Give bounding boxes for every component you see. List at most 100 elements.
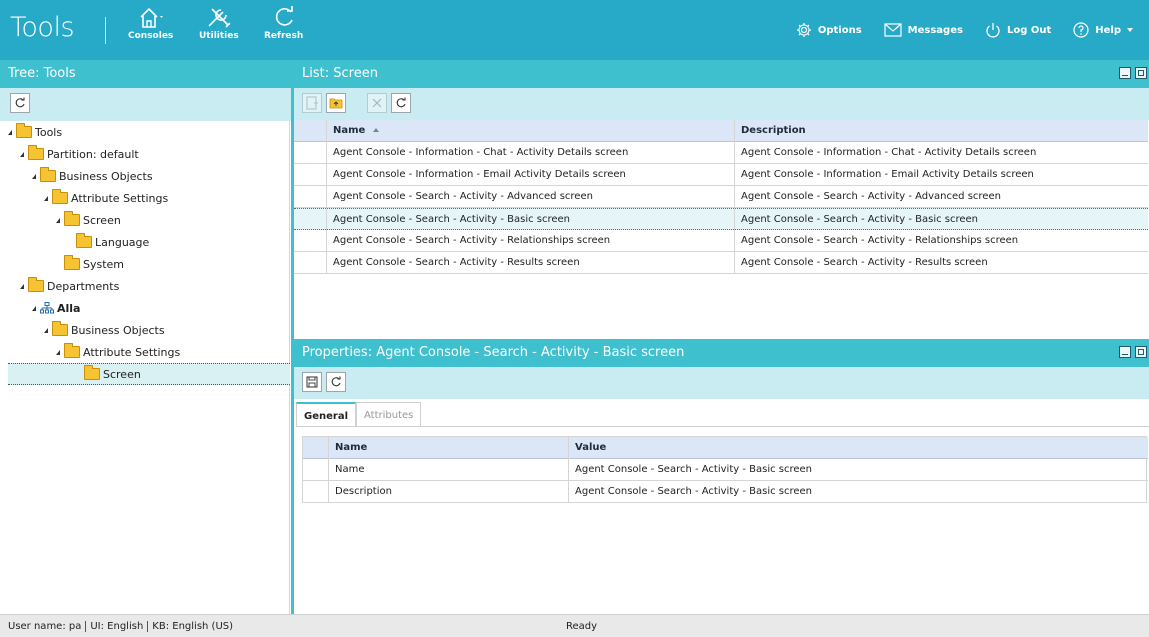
table-row[interactable]: Agent Console - Information - Chat - Act… <box>294 142 1148 164</box>
column-header-prop-value[interactable]: Value <box>569 437 1148 459</box>
properties-table: Name Value Name Agent Console - Search - … <box>302 436 1148 503</box>
properties-maximize-button[interactable] <box>1135 346 1147 358</box>
properties-minimize-button[interactable] <box>1119 346 1131 358</box>
new-item-icon <box>306 96 318 110</box>
consoles-button[interactable]: Consoles <box>128 4 173 41</box>
expand-arrow-icon[interactable] <box>56 217 60 223</box>
power-icon <box>986 23 1000 38</box>
property-value[interactable]: Agent Console - Search - Activity - Basi… <box>569 459 1148 481</box>
save-icon <box>306 376 318 388</box>
cell-name: Agent Console - Search - Activity - Rela… <box>327 230 735 252</box>
new-button[interactable] <box>302 93 322 113</box>
tree-node[interactable]: Tools <box>8 121 62 143</box>
table-row[interactable]: Agent Console - Search - Activity - Adva… <box>294 186 1148 208</box>
cell-description: Agent Console - Information - Email Acti… <box>741 169 1034 180</box>
tree-node-label: Alla <box>57 301 81 315</box>
table-row[interactable]: Agent Console - Information - Email Acti… <box>294 164 1148 186</box>
tree-node-label: System <box>83 257 125 271</box>
expand-arrow-icon[interactable] <box>32 305 36 311</box>
refresh-button[interactable]: Refresh <box>264 4 303 41</box>
tree-node-label: Tools <box>35 125 63 139</box>
help-icon <box>1073 22 1089 38</box>
tree-node[interactable]: System <box>56 253 124 275</box>
refresh-icon <box>396 97 406 108</box>
folder-icon <box>52 321 68 336</box>
list-maximize-button[interactable] <box>1135 67 1147 79</box>
column-header-prop-name[interactable]: Name <box>329 437 569 459</box>
chevron-down-icon <box>1127 28 1133 32</box>
tree-node[interactable]: Screen <box>8 363 290 385</box>
properties-table-header: Name Value <box>303 437 1148 459</box>
table-row[interactable]: Agent Console - Search - Activity - Rela… <box>294 230 1148 252</box>
folder-icon <box>76 233 92 248</box>
consoles-label: Consoles <box>128 31 174 41</box>
cell-name: Agent Console - Search - Activity - Adva… <box>327 186 735 208</box>
list-refresh-button[interactable] <box>391 93 411 113</box>
tree-refresh-button[interactable] <box>10 93 30 113</box>
column-header-description[interactable]: Description <box>735 120 1148 142</box>
list-minimize-button[interactable] <box>1119 67 1131 79</box>
status-left: User name: pa UI: English KB: English (US) <box>8 615 233 637</box>
expand-arrow-icon[interactable] <box>32 173 36 179</box>
cell-name: Agent Console - Search - Activity - Resu… <box>327 252 735 274</box>
status-user: User name: pa <box>8 621 82 632</box>
delete-button[interactable] <box>367 93 387 113</box>
property-row[interactable]: Description Agent Console - Search - Acti… <box>303 481 1148 503</box>
tree-node[interactable]: Attribute Settings <box>44 187 168 209</box>
properties-toolbar <box>294 367 1149 399</box>
list-panel-header: List: Screen <box>294 60 1149 88</box>
tree-node[interactable]: Attribute Settings <box>56 341 180 363</box>
property-row[interactable]: Name Agent Console - Search - Activity - … <box>303 459 1148 481</box>
properties-tabs: General Attributes <box>296 402 422 427</box>
cell-description: Agent Console - Search - Activity - Adva… <box>741 191 1001 202</box>
hierarchy-icon <box>40 302 54 314</box>
properties-refresh-button[interactable] <box>326 372 346 392</box>
expand-arrow-icon[interactable] <box>44 195 48 201</box>
tree-node-label: Partition: default <box>47 147 139 161</box>
help-menu[interactable]: Help <box>1073 22 1133 38</box>
expand-arrow-icon[interactable] <box>56 349 60 355</box>
utilities-button[interactable]: Utilities <box>199 4 239 41</box>
tree-node[interactable]: Business Objects <box>44 319 165 341</box>
refresh-icon <box>275 6 293 26</box>
cell-name: Agent Console - Information - Chat - Act… <box>327 142 735 164</box>
cell-description: Agent Console - Search - Activity - Resu… <box>741 257 988 268</box>
tree-node[interactable]: Screen <box>56 209 121 231</box>
tab-general[interactable]: General <box>296 402 356 427</box>
messages-menu[interactable]: Messages <box>884 23 963 37</box>
table-row[interactable]: Agent Console - Search - Activity - Basi… <box>294 208 1148 231</box>
save-button[interactable] <box>302 372 322 392</box>
tree-node[interactable]: Departments <box>20 275 119 297</box>
tree-node[interactable]: Language <box>68 231 149 253</box>
tree-node-label: Departments <box>47 279 120 293</box>
home-icon <box>140 7 163 28</box>
folder-icon <box>64 211 80 226</box>
expand-arrow-icon[interactable] <box>20 151 24 157</box>
new-folder-button[interactable] <box>326 93 346 113</box>
options-menu[interactable]: Options <box>796 22 862 38</box>
tree-node-label: Attribute Settings <box>71 191 169 205</box>
close-icon <box>372 98 382 108</box>
refresh-icon <box>331 376 341 387</box>
tree-node[interactable]: Business Objects <box>32 165 153 187</box>
expand-arrow-icon[interactable] <box>44 327 48 333</box>
property-name: Description <box>329 481 569 503</box>
folder-icon <box>40 167 56 182</box>
column-header-name[interactable]: Name <box>327 120 735 142</box>
tab-attributes[interactable]: Attributes <box>356 402 422 427</box>
top-menu: Options Messages Log Out Help <box>796 0 1133 60</box>
folder-icon <box>28 145 44 160</box>
status-bar: User name: pa UI: English KB: English (US)… <box>0 614 1149 637</box>
properties-panel-title: Properties: Agent Console - Search - Act… <box>302 345 685 360</box>
tree-node-label: Screen <box>103 367 141 381</box>
cell-name: Agent Console - Search - Activity - Basi… <box>327 209 735 231</box>
logout-menu[interactable]: Log Out <box>985 22 1051 38</box>
property-value[interactable]: Agent Console - Search - Activity - Basi… <box>569 481 1148 503</box>
cell-name: Agent Console - Information - Email Acti… <box>327 164 735 186</box>
tree-node[interactable]: Alla <box>32 297 80 319</box>
expand-arrow-icon[interactable] <box>8 129 12 135</box>
expand-arrow-icon[interactable] <box>20 283 24 289</box>
table-row[interactable]: Agent Console - Search - Activity - Resu… <box>294 252 1148 274</box>
tree-node[interactable]: Partition: default <box>20 143 139 165</box>
folder-icon <box>16 123 32 138</box>
